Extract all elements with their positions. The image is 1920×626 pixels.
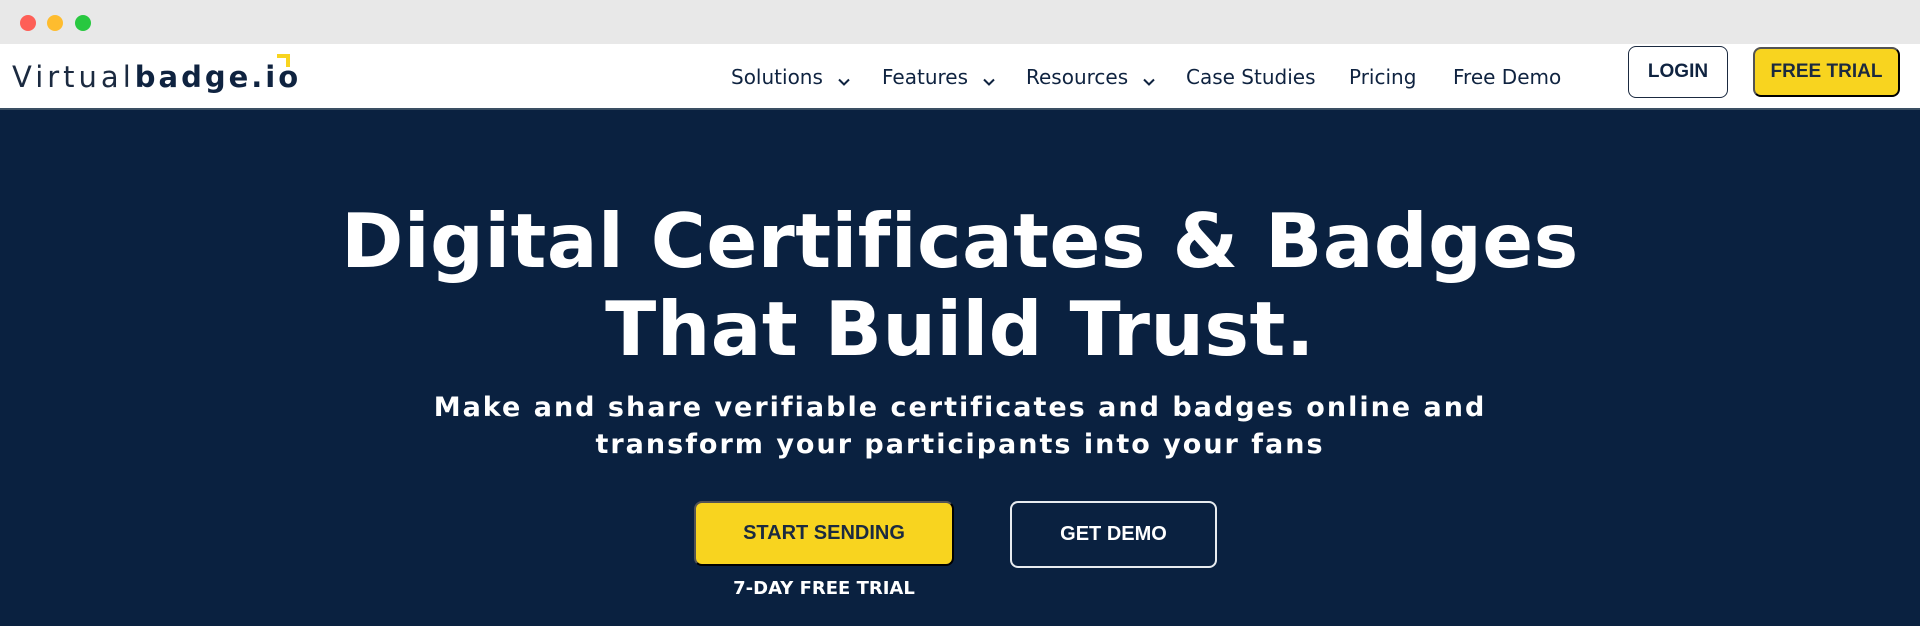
hero-section: Digital Certificates & Badges That Build… [0,112,1920,626]
hero-subtitle-line-2: transform your participants into your fa… [595,429,1325,460]
nav-item-solutions[interactable]: Solutions [731,60,851,94]
nav-item-label: Pricing [1349,65,1417,89]
browser-titlebar [0,0,1920,44]
trial-note: 7-DAY FREE TRIAL [733,578,915,599]
chevron-down-icon [1142,70,1156,86]
login-button[interactable]: LOGIN [1628,46,1728,98]
hero-subtitle: Make and share verifiable certificates a… [0,389,1920,463]
nav-item-label: Solutions [731,65,823,89]
window-minimize-button[interactable] [47,15,63,31]
chevron-down-icon [982,70,996,86]
hero-title: Digital Certificates & Badges That Build… [0,197,1920,373]
nav-item-case-studies[interactable]: Case Studies [1186,60,1316,94]
nav-item-label: Features [882,65,968,89]
nav-item-label: Case Studies [1186,65,1316,89]
nav-item-label: Free Demo [1453,65,1562,89]
get-demo-button[interactable]: GET DEMO [1010,501,1217,568]
hero-title-line-1: Digital Certificates & Badges [341,197,1579,285]
hero-title-line-2: That Build Trust. [605,285,1315,373]
hero-subtitle-line-1: Make and share verifiable certificates a… [433,392,1487,423]
window-close-button[interactable] [20,15,36,31]
main-nav: Solutions Features Resources Case Studie… [0,44,1920,110]
nav-item-features[interactable]: Features [882,60,996,94]
site-navbar: Virtual badge.io Solutions Features Resou… [0,44,1920,110]
nav-item-pricing[interactable]: Pricing [1349,60,1416,94]
chevron-down-icon [837,70,851,86]
nav-item-free-demo[interactable]: Free Demo [1453,60,1561,94]
window-maximize-button[interactable] [75,15,91,31]
nav-item-label: Resources [1026,65,1129,89]
nav-item-resources[interactable]: Resources [1026,60,1156,94]
free-trial-button[interactable]: FREE TRIAL [1753,47,1900,97]
start-sending-button[interactable]: START SENDING [694,501,954,566]
